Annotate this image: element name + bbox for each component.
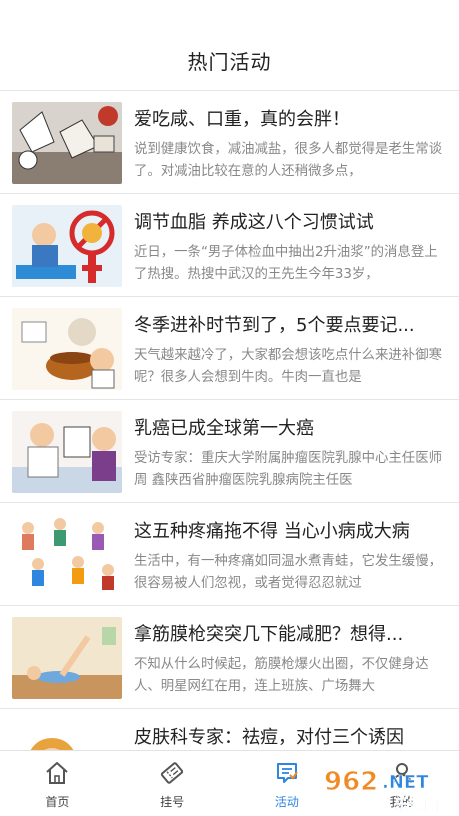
tab-label: 挂号 bbox=[160, 795, 185, 809]
activity-icon bbox=[273, 759, 301, 787]
article-title[interactable]: 冬季进补时节到了，5个要点要记... bbox=[134, 313, 449, 339]
winter-tonic-illustration bbox=[12, 308, 122, 390]
doctor-consult-illustration bbox=[12, 411, 122, 493]
tab-home[interactable]: 首页 bbox=[0, 751, 115, 816]
article-summary: 天气越来越冷了，大家都会想该吃点什么来进补御寒呢？很多人会想到牛肉。牛肉一直也是 bbox=[134, 348, 442, 385]
article-summary: 生活中，有一种疼痛如同温水煮青蛙，它发生缓慢，很容易被人们忽视，或者觉得忍忍就过 bbox=[134, 554, 442, 591]
pain-people-illustration bbox=[12, 514, 122, 596]
article-title[interactable]: 皮肤科专家：祛痘，对付三个诱因 bbox=[134, 725, 449, 750]
tab-label: 活动 bbox=[274, 795, 299, 809]
article-title[interactable]: 调节血脂 养成这八个习惯试试 bbox=[134, 210, 449, 236]
stretching-illustration bbox=[12, 617, 122, 699]
home-icon bbox=[43, 759, 71, 787]
article-title[interactable]: 拿筋膜枪突突几下能减肥？想得... bbox=[134, 622, 449, 648]
skin-care-illustration bbox=[12, 720, 122, 750]
article-title[interactable]: 这五种疼痛拖不得 当心小病成大病 bbox=[134, 519, 449, 545]
salt-food-illustration bbox=[12, 102, 122, 184]
header: 热门活动 bbox=[0, 0, 459, 90]
tab-register[interactable]: 挂号 bbox=[115, 751, 230, 816]
page-title: 热门活动 bbox=[187, 49, 272, 74]
list-item[interactable]: 皮肤科专家：祛痘，对付三个诱因 bbox=[0, 709, 459, 750]
article-summary: 受访专家：重庆大学附属肿瘤医院乳腺中心主任医师 周 鑫陕西省肿瘤医院乳腺病院主任… bbox=[134, 451, 442, 488]
blood-lipid-illustration bbox=[12, 205, 122, 287]
svg-text:乐游网: 乐游网 bbox=[394, 796, 439, 814]
list-item[interactable]: 冬季进补时节到了，5个要点要记... 天气越来越冷了，大家都会想该吃点什么来进补… bbox=[0, 297, 459, 400]
svg-text:962: 962 bbox=[324, 767, 378, 797]
list-item[interactable]: 拿筋膜枪突突几下能减肥？想得... 不知从什么时候起，筋膜枪爆火出圈，不仅健身达… bbox=[0, 606, 459, 709]
article-summary: 说到健康饮食，减油减盐，很多人都觉得是老生常谈了。对减油比较在意的人还稍微多点， bbox=[134, 142, 442, 179]
watermark-logo: 962 .NET 乐游网 bbox=[320, 760, 456, 816]
list-item[interactable]: 调节血脂 养成这八个习惯试试 近日，一条“男子体检血中抽出2升油浆”的消息登上了… bbox=[0, 194, 459, 297]
article-summary: 不知从什么时候起，筋膜枪爆火出圈，不仅健身达人、明星网红在用，连上班族、广场舞大 bbox=[134, 657, 429, 694]
article-list[interactable]: 爱吃咸、口重，真的会胖！ 说到健康饮食，减油减盐，很多人都觉得是老生常谈了。对减… bbox=[0, 90, 459, 750]
tab-label: 首页 bbox=[45, 795, 70, 809]
svg-text:.NET: .NET bbox=[382, 772, 429, 793]
article-title[interactable]: 乳癌已成全球第一大癌 bbox=[134, 416, 449, 442]
list-item[interactable]: 乳癌已成全球第一大癌 受访专家：重庆大学附属肿瘤医院乳腺中心主任医师 周 鑫陕西… bbox=[0, 400, 459, 503]
list-item[interactable]: 爱吃咸、口重，真的会胖！ 说到健康饮食，减油减盐，很多人都觉得是老生常谈了。对减… bbox=[0, 91, 459, 194]
article-title[interactable]: 爱吃咸、口重，真的会胖！ bbox=[134, 107, 449, 133]
ticket-icon bbox=[158, 759, 186, 787]
article-summary: 近日，一条“男子体检血中抽出2升油浆”的消息登上了热搜。热搜中武汉的王先生今年3… bbox=[134, 245, 438, 282]
list-item[interactable]: 这五种疼痛拖不得 当心小病成大病 生活中，有一种疼痛如同温水煮青蛙，它发生缓慢，… bbox=[0, 503, 459, 606]
